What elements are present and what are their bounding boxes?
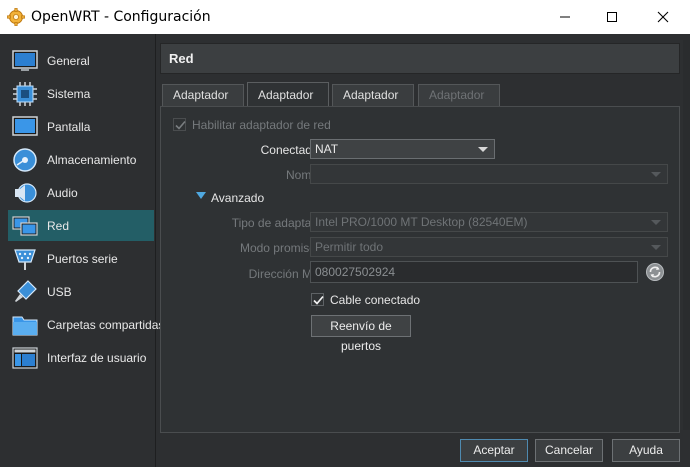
adapter-type-select: Intel PRO/1000 MT Desktop (82540EM) xyxy=(310,212,668,232)
close-button[interactable] xyxy=(640,0,686,34)
minimize-icon xyxy=(560,16,570,18)
minimize-button[interactable] xyxy=(542,0,588,34)
tab-adaptador-3[interactable]: Adaptador 3 xyxy=(332,84,414,123)
sidebar-item-label: Audio xyxy=(47,185,78,200)
tab-adaptador-4: Adaptador 4 xyxy=(418,84,500,123)
sidebar-item-sistema[interactable]: Sistema xyxy=(8,78,154,109)
port-forwarding-button[interactable]: Reenvío de puertos xyxy=(311,315,411,353)
tab-adaptador-1[interactable]: Adaptador 1 xyxy=(162,84,244,123)
sidebar-item-interfaz-usuario[interactable]: Interfaz de usuario xyxy=(8,342,154,373)
monitor-icon xyxy=(12,48,38,74)
enable-adapter-checkbox[interactable] xyxy=(173,118,186,131)
sidebar-item-label: General xyxy=(47,53,90,68)
attached-to-value: NAT xyxy=(315,142,339,156)
cancel-button[interactable]: Cancelar xyxy=(535,439,603,462)
accept-button[interactable]: Aceptar xyxy=(460,439,528,462)
sidebar-item-label: USB xyxy=(47,284,72,299)
maximize-icon xyxy=(607,12,617,22)
window-icon xyxy=(12,345,38,371)
adapter-type-value: Intel PRO/1000 MT Desktop (82540EM) xyxy=(315,215,528,229)
help-button[interactable]: Ayuda xyxy=(612,439,680,462)
window-title: OpenWRT - Configuración xyxy=(31,9,211,25)
section-title: Red xyxy=(169,51,194,66)
section-header: Red xyxy=(160,43,680,74)
promiscuous-value: Permitir todo xyxy=(315,240,384,254)
serial-port-icon xyxy=(12,246,38,272)
adapter-settings-panel: Habilitar adaptador de red Conectado a: … xyxy=(160,106,680,433)
sidebar-item-label: Sistema xyxy=(47,86,91,101)
sidebar-item-label: Puertos serie xyxy=(47,251,118,266)
attached-to-select[interactable]: NAT xyxy=(310,139,495,159)
sidebar-item-usb[interactable]: USB xyxy=(8,276,154,307)
promiscuous-select: Permitir todo xyxy=(310,237,668,257)
chevron-down-icon xyxy=(651,172,661,177)
chevron-down-icon xyxy=(651,220,661,225)
sidebar-item-label: Pantalla xyxy=(47,119,91,134)
chevron-down-icon xyxy=(478,147,488,152)
close-icon xyxy=(657,11,669,23)
mac-address-field[interactable]: 080027502924 xyxy=(310,261,638,283)
sidebar-item-almacenamiento[interactable]: Almacenamiento xyxy=(8,144,154,175)
speaker-icon xyxy=(12,180,38,206)
folder-icon xyxy=(12,312,38,338)
sidebar-item-puertos-serie[interactable]: Puertos serie xyxy=(8,243,154,274)
cable-connected-label: Cable conectado xyxy=(330,293,421,307)
sidebar-item-label: Almacenamiento xyxy=(47,152,137,167)
gear-icon xyxy=(7,8,25,26)
sidebar-item-audio[interactable]: Audio xyxy=(8,177,154,208)
usb-icon xyxy=(12,279,38,305)
mac-address-value: 080027502924 xyxy=(315,265,396,279)
name-select xyxy=(310,164,668,184)
chevron-down-icon xyxy=(651,245,661,250)
sidebar-item-label: Carpetas compartidas xyxy=(47,317,165,332)
expand-arrow-icon[interactable] xyxy=(196,192,206,199)
scrollbar[interactable] xyxy=(683,40,690,430)
sidebar-item-pantalla[interactable]: Pantalla xyxy=(8,111,154,142)
display-icon xyxy=(12,114,38,140)
advanced-toggle[interactable]: Avanzado xyxy=(211,191,264,205)
sidebar-item-red[interactable]: Red xyxy=(8,210,154,241)
tab-adaptador-2[interactable]: Adaptador 2 xyxy=(247,82,329,126)
sidebar: General Sistema Pantalla Almacenamiento … xyxy=(0,34,164,467)
main-panel: Red Adaptador 1 Adaptador 2 Adaptador 3 … xyxy=(160,34,690,434)
adapter-tabs: Adaptador 1 Adaptador 2 Adaptador 3 Adap… xyxy=(160,82,680,126)
sidebar-item-label: Interfaz de usuario xyxy=(47,350,147,365)
maximize-button[interactable] xyxy=(589,0,635,34)
cable-connected-checkbox[interactable] xyxy=(311,293,324,306)
enable-adapter-label: Habilitar adaptador de red xyxy=(192,118,331,132)
chip-icon xyxy=(12,81,38,107)
title-bar: OpenWRT - Configuración xyxy=(0,0,690,34)
network-icon xyxy=(12,213,38,239)
disk-icon xyxy=(12,147,38,173)
sidebar-item-carpetas-compartidas[interactable]: Carpetas compartidas xyxy=(8,309,164,340)
sidebar-item-label: Red xyxy=(47,218,70,233)
refresh-mac-icon[interactable] xyxy=(645,262,665,282)
sidebar-item-general[interactable]: General xyxy=(8,45,154,76)
